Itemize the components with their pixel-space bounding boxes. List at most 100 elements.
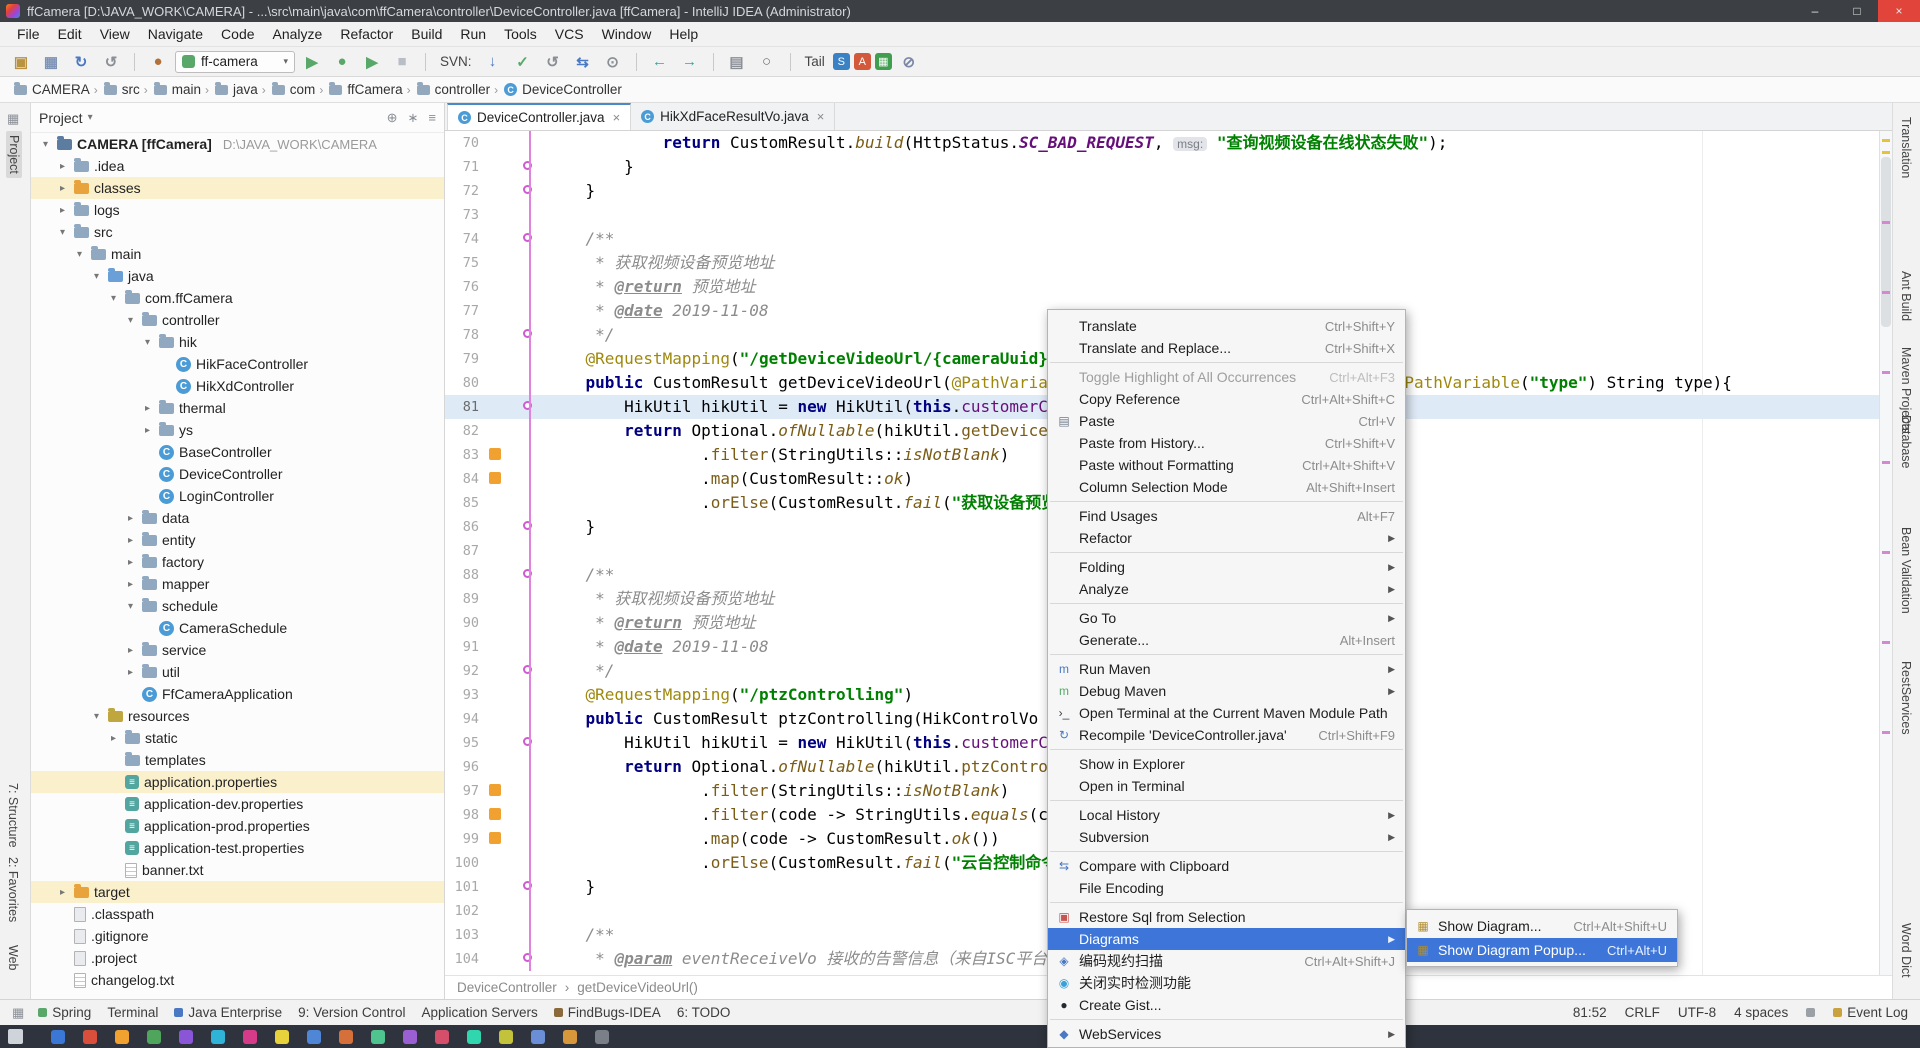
power-save-icon[interactable]: ⊘ [896,50,922,74]
sync-icon[interactable]: ↻ [68,50,94,74]
status-spring[interactable]: Spring [38,1005,91,1020]
menu-item-file-encoding[interactable]: File Encoding [1048,877,1405,899]
tree-row-banner-txt[interactable]: banner.txt [31,859,444,881]
status-81-52[interactable]: 81:52 [1573,1005,1607,1020]
settings-icon[interactable]: ∗ [408,110,419,126]
scrollbar-thumb[interactable] [1881,157,1891,327]
hide-icon[interactable]: ≡ [428,110,436,126]
taskbar-app-icon[interactable] [211,1030,225,1044]
code-line-71[interactable]: 71 } [445,155,1879,179]
menu-item-paste-without-formatting[interactable]: Paste without FormattingCtrl+Alt+Shift+V [1048,454,1405,476]
tree-row-basecontroller[interactable]: CBaseController [31,441,444,463]
tool-button-2-favorites[interactable]: 2: Favorites [6,857,20,922]
chevron-down-icon[interactable]: ▾ [141,337,154,348]
tree-row-idea[interactable]: ▸.idea [31,155,444,177]
tree-row-resources[interactable]: ▾resources [31,705,444,727]
menubar-item-tools[interactable]: Tools [495,24,546,44]
taskbar-app-icon[interactable] [275,1030,289,1044]
menu-item-go-to[interactable]: Go To▶ [1048,607,1405,629]
tree-row-controller[interactable]: ▾controller [31,309,444,331]
taskbar-app-icon[interactable] [467,1030,481,1044]
menubar-item-run[interactable]: Run [451,24,495,44]
alibaba-coding-icon[interactable]: A [854,53,871,70]
taskbar-app-icon[interactable] [595,1030,609,1044]
menu-item-debug-maven[interactable]: mDebug Maven▶ [1048,680,1405,702]
build-hammer-icon[interactable]: ● [145,50,171,74]
breadcrumb-item-com[interactable]: com [272,82,316,97]
forward-icon[interactable]: → [677,50,703,74]
menu-item-analyze[interactable]: Analyze▶ [1048,578,1405,600]
excel-export-icon[interactable]: ▦ [875,53,892,70]
tree-row-java[interactable]: ▾java [31,265,444,287]
menu-item-diagrams[interactable]: Diagrams▶ [1048,928,1405,950]
menubar-item-analyze[interactable]: Analyze [264,24,332,44]
menu-item-local-history[interactable]: Local History▶ [1048,804,1405,826]
chevron-down-icon[interactable]: ▾ [90,711,103,722]
taskbar-app-icon[interactable] [147,1030,161,1044]
tree-row-factory[interactable]: ▸factory [31,551,444,573]
tree-row-hik[interactable]: ▾hik [31,331,444,353]
menu-item-open-in-terminal[interactable]: Open in Terminal [1048,775,1405,797]
chevron-down-icon[interactable]: ▾ [56,227,69,238]
chevron-right-icon[interactable]: ▸ [56,205,69,216]
chevron-right-icon[interactable]: ▸ [56,183,69,194]
sonarlint-icon[interactable]: S [833,53,850,70]
minimize-button[interactable]: – [1794,0,1836,22]
tool-button-web[interactable]: Web [6,945,20,970]
tab-hikxdfaceresultvo-java[interactable]: CHikXdFaceResultVo.java× [631,103,835,130]
status-6-todo[interactable]: 6: TODO [677,1005,731,1020]
tree-row-target[interactable]: ▸target [31,881,444,903]
menubar-item-vcs[interactable]: VCS [546,24,593,44]
tree-row-src[interactable]: ▾src [31,221,444,243]
close-icon[interactable]: × [817,109,825,124]
editor-breadcrumb-item[interactable]: DeviceController [457,980,557,995]
status-java-enterprise[interactable]: Java Enterprise [174,1005,282,1020]
status-utf-8[interactable]: UTF-8 [1678,1005,1716,1020]
run-coverage-icon[interactable]: ▶ [359,50,385,74]
taskbar-app-icon[interactable] [403,1030,417,1044]
tree-row-mapper[interactable]: ▸mapper [31,573,444,595]
tree-row-data[interactable]: ▸data [31,507,444,529]
taskbar-app-icon[interactable] [115,1030,129,1044]
menubar-item-view[interactable]: View [91,24,139,44]
menu-item-编码规约扫描[interactable]: ◈编码规约扫描Ctrl+Alt+Shift+J [1048,950,1405,972]
menu-item-subversion[interactable]: Subversion▶ [1048,826,1405,848]
chevron-right-icon[interactable]: ▸ [141,403,154,414]
taskbar-app-icon[interactable] [339,1030,353,1044]
status-findbugs-idea[interactable]: FindBugs-IDEA [554,1005,661,1020]
run-icon[interactable]: ▶ [299,50,325,74]
tree-row-main[interactable]: ▾main [31,243,444,265]
maximize-button[interactable]: □ [1836,0,1878,22]
tree-row-classpath[interactable]: .classpath [31,903,444,925]
tree-row-com-ffcamera[interactable]: ▾com.ffCamera [31,287,444,309]
close-button[interactable]: × [1878,0,1920,22]
tree-row-hikxdcontroller[interactable]: CHikXdController [31,375,444,397]
menu-item-refactor[interactable]: Refactor▶ [1048,527,1405,549]
menu-item-paste[interactable]: ▤PasteCtrl+V [1048,410,1405,432]
taskbar-app-icon[interactable] [531,1030,545,1044]
chevron-down-icon[interactable]: ▾ [73,249,86,260]
menubar-item-build[interactable]: Build [402,24,451,44]
commit-icon[interactable]: ✓ [510,50,536,74]
tree-row-thermal[interactable]: ▸thermal [31,397,444,419]
clipboard-icon[interactable]: ▤ [724,50,750,74]
menu-item-column-selection-mode[interactable]: Column Selection ModeAlt+Shift+Insert [1048,476,1405,498]
menu-item-open-terminal-at-the-current-maven-module-path[interactable]: ›_Open Terminal at the Current Maven Mod… [1048,702,1405,724]
tool-button-bean-validation[interactable]: Bean Validation [1899,527,1913,614]
menu-item-restore-sql-from-selection[interactable]: ▣Restore Sql from Selection [1048,906,1405,928]
gutter-mark-icon[interactable] [489,472,501,484]
menubar-item-code[interactable]: Code [212,24,263,44]
chevron-down-icon[interactable]: ▾ [39,139,52,150]
code-line-72[interactable]: 72 } [445,179,1879,203]
tree-row-ffcameraapplication[interactable]: CFfCameraApplication [31,683,444,705]
tree-row-util[interactable]: ▸util [31,661,444,683]
tree-row-project[interactable]: .project [31,947,444,969]
code-line-76[interactable]: 76 * @return 预览地址 [445,275,1879,299]
tab-devicecontroller-java[interactable]: CDeviceController.java× [447,103,631,130]
revert-icon[interactable]: ↺ [540,50,566,74]
run-config-selector[interactable]: ff-camera▾ [175,51,295,73]
gutter-mark-icon[interactable] [489,448,501,460]
status-terminal[interactable]: Terminal [107,1005,158,1020]
tool-button-database[interactable]: Database [1899,415,1913,469]
tool-button-ant-build[interactable]: Ant Build [1899,271,1913,321]
